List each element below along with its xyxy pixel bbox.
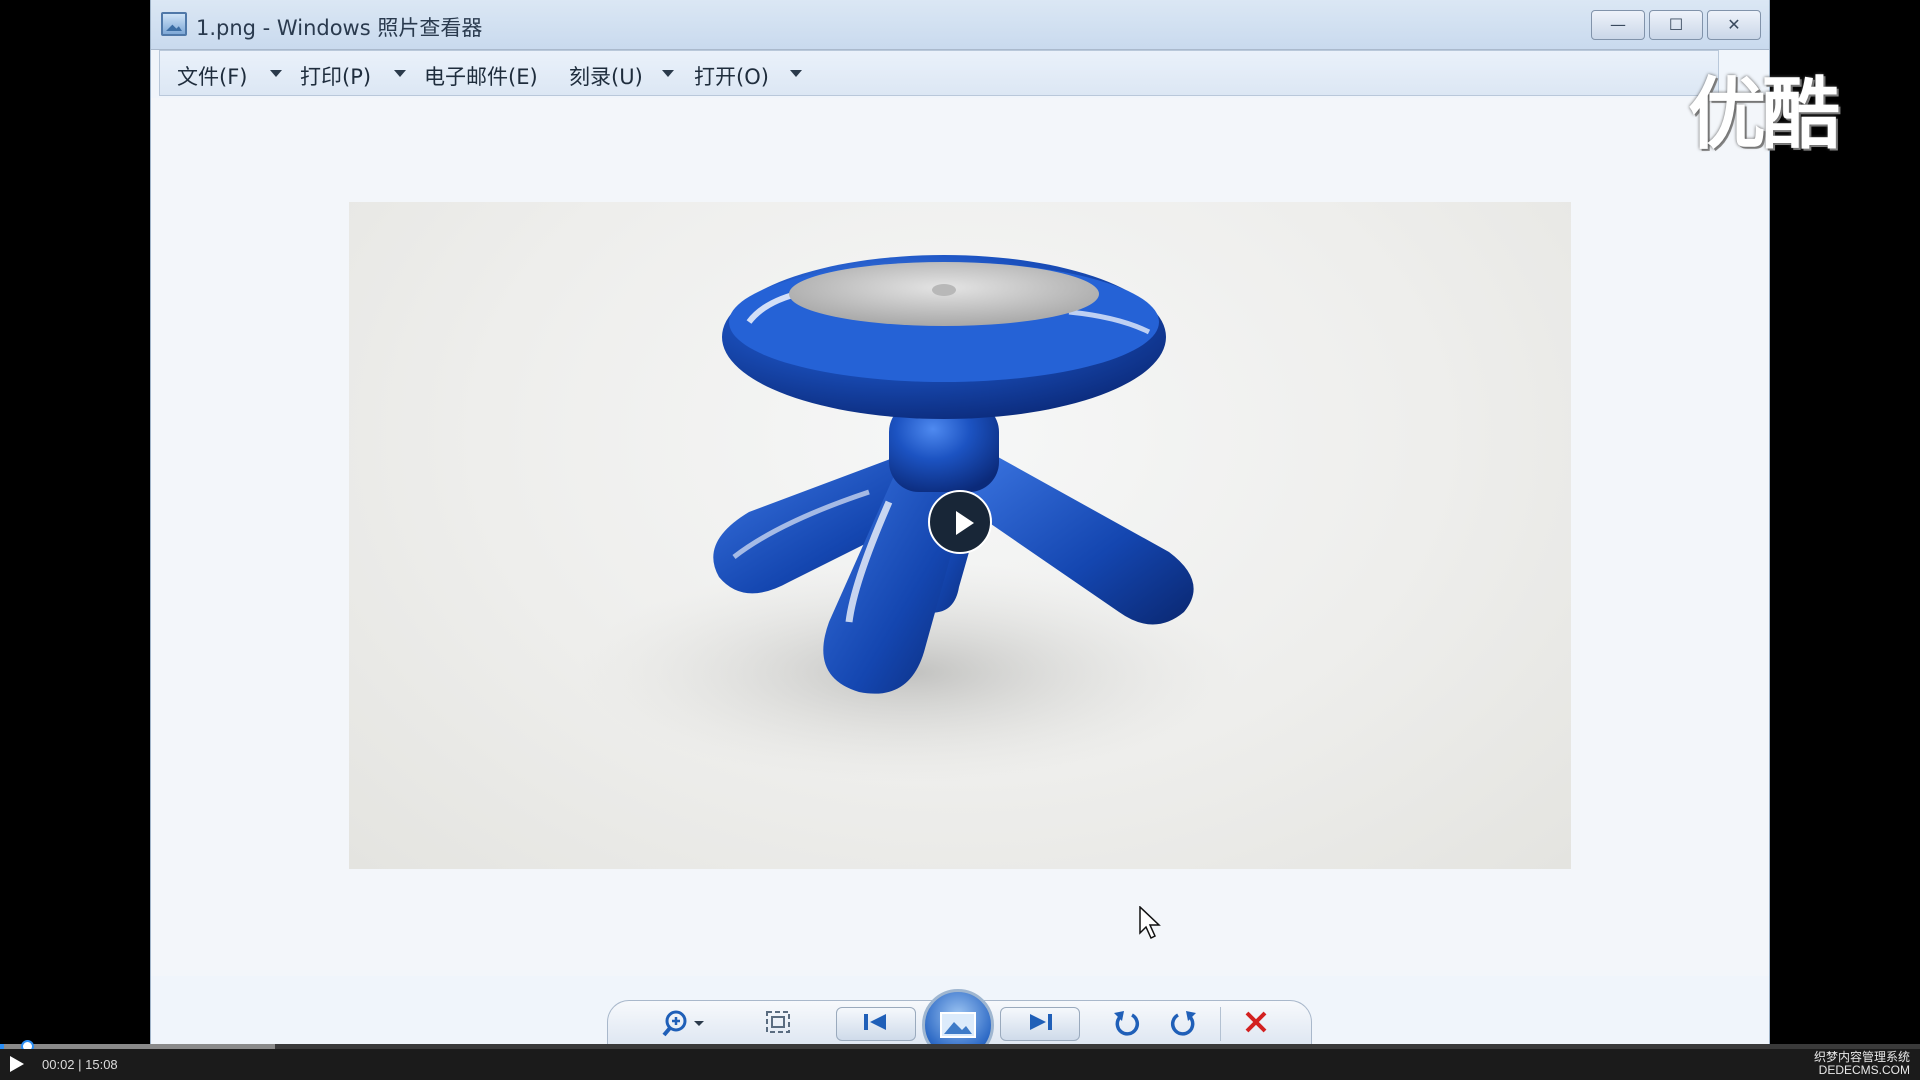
rotate-clockwise-button[interactable] bbox=[1164, 1007, 1204, 1041]
slideshow-icon bbox=[940, 1012, 976, 1038]
menu-open-dropdown-icon[interactable] bbox=[790, 70, 802, 77]
zoom-icon bbox=[662, 1010, 704, 1037]
close-window-button[interactable]: ✕ bbox=[1707, 10, 1761, 40]
site-logo-url: DEDECMS.COM bbox=[1818, 1063, 1910, 1077]
menu-print-dropdown-icon[interactable] bbox=[394, 70, 406, 77]
maximize-button[interactable]: ☐ bbox=[1649, 10, 1703, 40]
menu-email[interactable]: 电子邮件(E) bbox=[424, 61, 538, 91]
rotate-counterclockwise-button[interactable] bbox=[1106, 1007, 1146, 1041]
previous-icon bbox=[864, 1014, 886, 1030]
next-icon bbox=[1030, 1014, 1052, 1030]
video-frame: 1.png - Windows 照片查看器 — ☐ ✕ 文件(F) 打印(P) … bbox=[0, 0, 1920, 1080]
actual-size-icon bbox=[766, 1011, 790, 1033]
video-play-overlay-button[interactable] bbox=[928, 490, 992, 554]
menu-burn-dropdown-icon[interactable] bbox=[662, 70, 674, 77]
menu-print[interactable]: 打印(P) bbox=[300, 61, 371, 91]
minimize-button[interactable]: — bbox=[1591, 10, 1645, 40]
playback-time: 00:02 | 15:08 bbox=[42, 1057, 118, 1072]
viewer-toolbar bbox=[607, 989, 1312, 1061]
delete-icon bbox=[1245, 1011, 1267, 1033]
zoom-button[interactable] bbox=[658, 1007, 714, 1041]
play-icon[interactable] bbox=[10, 1056, 24, 1072]
video-control-bar: 00:02 | 15:08 织梦内容管理系统 DEDECMS.COM bbox=[0, 1049, 1920, 1080]
photo-viewer-app-icon bbox=[161, 12, 187, 36]
window-title: 1.png - Windows 照片查看器 bbox=[196, 16, 483, 40]
menu-bar: 文件(F) 打印(P) 电子邮件(E) 刻录(U) 打开(O) bbox=[159, 50, 1719, 96]
menu-open[interactable]: 打开(O) bbox=[694, 61, 769, 91]
menu-file-dropdown-icon[interactable] bbox=[270, 70, 282, 77]
menu-file[interactable]: 文件(F) bbox=[177, 61, 247, 91]
previous-button[interactable] bbox=[836, 1007, 916, 1041]
youku-watermark: 优酷 bbox=[1688, 69, 1840, 160]
mouse-cursor-icon bbox=[1139, 905, 1163, 944]
site-logo: 织梦内容管理系统 DEDECMS.COM bbox=[1814, 1051, 1910, 1077]
toolbar-divider bbox=[1220, 1007, 1221, 1041]
rotate-clockwise-icon bbox=[1170, 1011, 1196, 1036]
rotate-counterclockwise-icon bbox=[1114, 1011, 1140, 1036]
delete-button[interactable] bbox=[1236, 1007, 1276, 1041]
next-button[interactable] bbox=[1000, 1007, 1080, 1041]
menu-burn[interactable]: 刻录(U) bbox=[569, 61, 643, 91]
title-bar[interactable]: 1.png - Windows 照片查看器 — ☐ ✕ bbox=[151, 0, 1769, 50]
actual-size-button[interactable] bbox=[758, 1007, 798, 1041]
